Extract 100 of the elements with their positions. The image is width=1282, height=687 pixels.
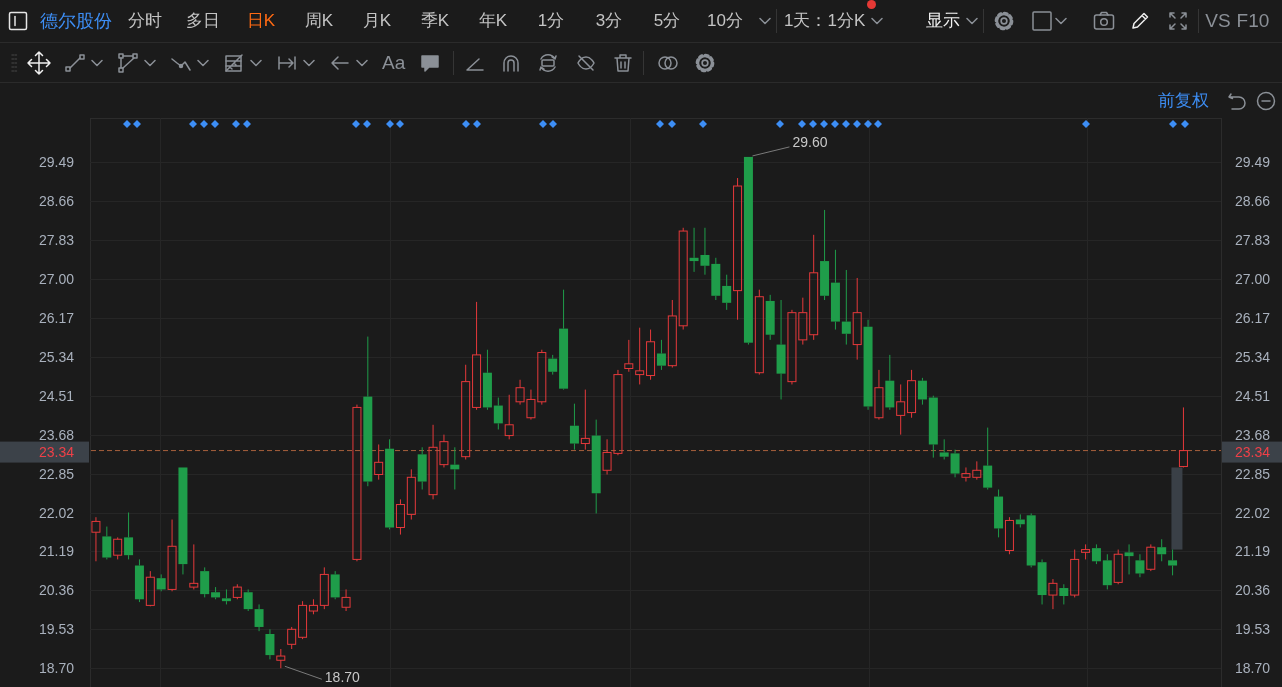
- event-marker-icon[interactable]: [842, 120, 850, 128]
- price-axis-label: 26.17: [38, 309, 74, 326]
- line-tool-icon[interactable]: [65, 52, 85, 73]
- minus-circle-icon[interactable]: [1256, 90, 1276, 111]
- event-marker-icon[interactable]: [1169, 120, 1177, 128]
- period-tab[interactable]: 年K: [464, 9, 522, 33]
- period-tab[interactable]: 周K: [290, 9, 348, 33]
- price-axis-label: 27.00: [1235, 270, 1271, 287]
- fullscreen-icon[interactable]: [1168, 11, 1189, 31]
- chevron-down-icon[interactable]: [1055, 17, 1068, 25]
- compare-button[interactable]: VS: [1205, 9, 1231, 33]
- period-tab[interactable]: 3分: [580, 9, 638, 33]
- sidebar-toggle-icon[interactable]: [8, 11, 28, 31]
- chevron-down-icon[interactable]: [250, 58, 262, 67]
- event-marker-icon[interactable]: [133, 120, 141, 128]
- price-axis-label: 22.02: [1235, 504, 1271, 521]
- leader-line: [284, 665, 323, 680]
- pencil-icon[interactable]: [1130, 11, 1151, 31]
- low-price-label: 18.70: [324, 669, 360, 686]
- event-marker-icon[interactable]: [200, 120, 208, 128]
- chevron-down-icon[interactable]: [871, 17, 884, 25]
- comment-icon[interactable]: [420, 52, 441, 73]
- event-marker-icon[interactable]: [864, 120, 872, 128]
- event-marker-icon[interactable]: [656, 120, 664, 128]
- stock-name[interactable]: 德尔股份: [40, 9, 112, 33]
- event-marker-icon[interactable]: [352, 120, 360, 128]
- event-marker-icon[interactable]: [123, 120, 131, 128]
- price-axis-label: 19.53: [38, 621, 74, 638]
- event-marker-icon[interactable]: [1082, 120, 1090, 128]
- f10-button[interactable]: F10: [1236, 9, 1270, 33]
- price-axis-label: 24.51: [38, 387, 74, 404]
- price-axis-label: 27.83: [1235, 231, 1271, 248]
- price-axis-label: 26.17: [1235, 309, 1271, 326]
- event-marker-icon[interactable]: [699, 120, 707, 128]
- event-marker-icon[interactable]: [831, 120, 839, 128]
- price-axis-label: 27.00: [38, 270, 74, 287]
- event-marker-icon[interactable]: [189, 120, 197, 128]
- event-marker-icon[interactable]: [386, 120, 394, 128]
- event-marker-icon[interactable]: [820, 120, 828, 128]
- price-axis-label: 22.85: [38, 465, 74, 482]
- event-marker-icon[interactable]: [539, 120, 547, 128]
- polygon-tool-icon[interactable]: [118, 52, 138, 73]
- candlestick: [1113, 549, 1123, 585]
- event-marker-icon[interactable]: [396, 120, 404, 128]
- high-price-label: 29.60: [792, 133, 828, 150]
- chevron-down-icon[interactable]: [966, 17, 979, 25]
- price-axis-label: 23.68: [1235, 426, 1271, 443]
- chevron-down-icon[interactable]: [91, 58, 103, 67]
- price-axis-label: 19.53: [1235, 621, 1271, 638]
- candlestick: [885, 354, 895, 411]
- event-marker-icon[interactable]: [776, 120, 784, 128]
- price-axis-label: 18.70: [1235, 660, 1271, 677]
- event-marker-icon[interactable]: [211, 120, 219, 128]
- text-tool-button[interactable]: Aa: [382, 50, 406, 75]
- event-marker-icon[interactable]: [853, 120, 861, 128]
- period-tab[interactable]: 10分: [696, 9, 754, 33]
- fibonacci-tool-icon[interactable]: [224, 52, 244, 73]
- candlestick: [1178, 406, 1188, 468]
- interval-dropdown[interactable]: 1天：1分K: [784, 9, 884, 33]
- event-marker-icon[interactable]: [1181, 120, 1189, 128]
- period-tab[interactable]: 月K: [348, 9, 406, 33]
- chevron-down-icon[interactable]: [144, 58, 156, 67]
- square-icon[interactable]: [1032, 11, 1053, 31]
- cycle-icon[interactable]: [538, 52, 559, 73]
- event-marker-icon[interactable]: [363, 120, 371, 128]
- price-adjustment-link[interactable]: 前复权: [1158, 89, 1209, 112]
- event-marker-icon[interactable]: [243, 120, 251, 128]
- chevron-down-icon[interactable]: [303, 58, 315, 67]
- camera-icon[interactable]: [1093, 10, 1116, 32]
- event-marker-icon[interactable]: [668, 120, 676, 128]
- settings-icon[interactable]: [694, 51, 717, 74]
- event-marker-icon[interactable]: [462, 120, 470, 128]
- price-axis-label: 29.49: [1235, 154, 1271, 171]
- settings-icon[interactable]: [993, 10, 1016, 32]
- event-marker-icon[interactable]: [798, 120, 806, 128]
- event-marker-icon[interactable]: [874, 120, 882, 128]
- candlestick: [91, 516, 101, 562]
- move-icon[interactable]: [27, 50, 51, 75]
- trash-icon[interactable]: [613, 52, 634, 73]
- period-tab[interactable]: 日K: [232, 9, 290, 33]
- chevron-down-icon[interactable]: [197, 58, 209, 67]
- event-marker-icon[interactable]: [809, 120, 817, 128]
- display-dropdown[interactable]: 显示: [926, 9, 979, 33]
- candlestick: [341, 588, 351, 612]
- hide-icon[interactable]: [576, 52, 597, 73]
- price-axis-label: 20.36: [1235, 582, 1271, 599]
- price-axis-label: 28.66: [38, 193, 74, 210]
- period-tab[interactable]: 1分: [522, 9, 580, 33]
- event-marker-icon[interactable]: [473, 120, 481, 128]
- magnet-icon[interactable]: [501, 52, 522, 73]
- period-tab[interactable]: 季K: [406, 9, 464, 33]
- chevron-down-icon[interactable]: [356, 58, 368, 67]
- event-marker-icon[interactable]: [549, 120, 557, 128]
- chevron-down-icon[interactable]: [759, 17, 771, 25]
- event-marker-icon[interactable]: [232, 120, 240, 128]
- candlestick: [1124, 543, 1134, 575]
- period-tab[interactable]: 5分: [638, 9, 696, 33]
- period-tab[interactable]: 分时: [116, 9, 174, 33]
- undo-icon[interactable]: [1227, 90, 1247, 111]
- period-tab[interactable]: 多日: [174, 9, 232, 33]
